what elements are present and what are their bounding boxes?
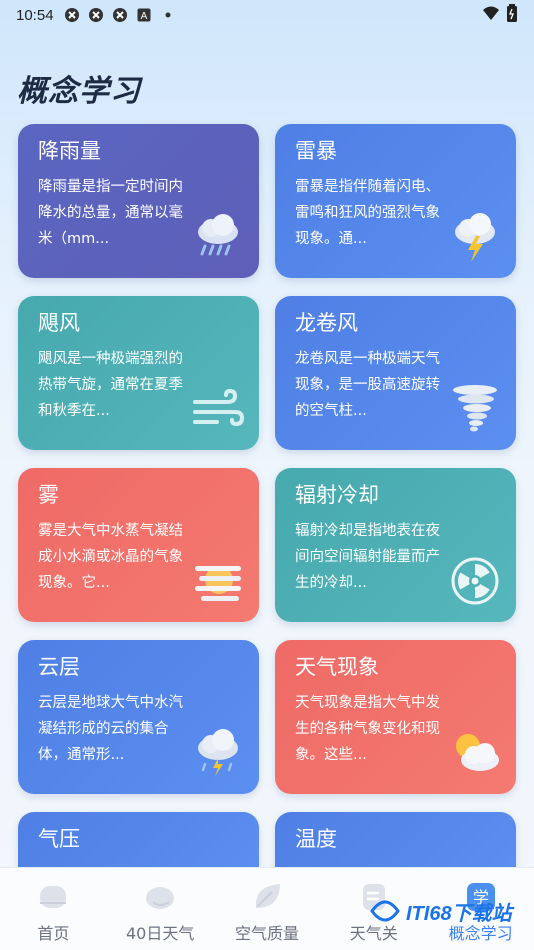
rain-cloud-icon <box>191 210 245 264</box>
cloud-icon <box>143 880 177 914</box>
card-title: 天气现象 <box>295 655 379 679</box>
card-title: 飓风 <box>38 311 80 335</box>
nav-item-40day[interactable]: 40日天气 <box>110 880 210 944</box>
watermark: ITI68下载站 <box>368 886 528 936</box>
home-icon <box>36 880 70 914</box>
app-icon <box>64 7 80 23</box>
card-desc: 飓风是一种极端强烈的热带气旋，通常在夏季和秋季在... <box>38 351 183 419</box>
concept-card-radiation-cooling[interactable]: 辐射冷却 辐射冷却是指地表在夜间向空间辐射能量而产生的冷却... <box>275 468 516 622</box>
nav-item-air-quality[interactable]: 空气质量 <box>217 880 317 944</box>
nav-label: 40日天气 <box>126 924 195 943</box>
leaf-icon <box>250 880 284 914</box>
card-desc: 云层是地球大气中水汽凝结形成的云的集合体，通常形... <box>38 695 183 763</box>
partly-cloudy-icon <box>448 726 502 780</box>
card-title: 雾 <box>38 483 59 507</box>
concept-card-cloud-layer[interactable]: 云层 云层是地球大气中水汽凝结形成的云的集合体，通常形... <box>18 640 259 794</box>
concept-card-rainfall[interactable]: 降雨量 降雨量是指一定时间内降水的总量，通常以毫米（mm... <box>18 124 259 278</box>
tornado-icon <box>448 382 502 436</box>
watermark-logo-icon <box>370 900 400 922</box>
app-icon <box>88 7 104 23</box>
card-title: 云层 <box>38 655 80 679</box>
card-title: 温度 <box>295 827 337 851</box>
radiation-icon <box>448 554 502 608</box>
nav-label: 空气质量 <box>234 924 299 943</box>
concept-card-thunderstorm[interactable]: 雷暴 雷暴是指伴随着闪电、雷鸣和狂风的强烈气象现象。通... <box>275 124 516 278</box>
card-desc: 辐射冷却是指地表在夜间向空间辐射能量而产生的冷却... <box>295 523 440 591</box>
concept-card-tornado[interactable]: 龙卷风 龙卷风是一种极端天气现象，是一股高速旋转的空气柱... <box>275 296 516 450</box>
card-title: 雷暴 <box>295 139 337 163</box>
card-desc: 雾是大气中水蒸气凝结成小水滴或冰晶的气象现象。它... <box>38 523 183 591</box>
nav-item-home[interactable]: 首页 <box>3 880 103 944</box>
dot-icon <box>160 7 176 23</box>
card-desc: 降雨量是指一定时间内降水的总量，通常以毫米（mm... <box>38 179 183 247</box>
concept-card-weather-phenomena[interactable]: 天气现象 天气现象是指大气中发生的各种气象变化和现象。这些... <box>275 640 516 794</box>
thunder-cloud-icon <box>448 210 502 264</box>
card-title: 气压 <box>38 827 80 851</box>
app-icon <box>112 7 128 23</box>
card-desc: 雷暴是指伴随着闪电、雷鸣和狂风的强烈气象现象。通... <box>295 179 440 247</box>
card-title: 龙卷风 <box>295 311 358 335</box>
wifi-icon <box>482 5 500 25</box>
fog-icon <box>191 554 245 608</box>
watermark-text: ITI68下载站 <box>406 902 512 925</box>
concept-card-hurricane[interactable]: 飓风 飓风是一种极端强烈的热带气旋，通常在夏季和秋季在... <box>18 296 259 450</box>
status-right <box>482 4 518 26</box>
status-bar: 10:54 A <box>0 0 534 30</box>
nav-label: 首页 <box>37 924 70 943</box>
concept-card-fog[interactable]: 雾 雾是大气中水蒸气凝结成小水滴或冰晶的气象现象。它... <box>18 468 259 622</box>
page-title: 概念学习 <box>17 74 141 109</box>
concept-grid: 降雨量 降雨量是指一定时间内降水的总量，通常以毫米（mm... 雷暴 雷暴是指伴… <box>18 124 516 882</box>
a-icon: A <box>136 7 152 23</box>
battery-icon <box>506 4 518 26</box>
card-title: 辐射冷却 <box>295 483 379 507</box>
svg-text:A: A <box>140 11 147 22</box>
card-title: 降雨量 <box>38 139 101 163</box>
storm-cloud-icon <box>191 726 245 780</box>
status-time: 10:54 <box>16 6 54 24</box>
card-desc: 天气现象是指大气中发生的各种气象变化和现象。这些... <box>295 695 440 763</box>
card-desc: 龙卷风是一种极端天气现象，是一股高速旋转的空气柱... <box>295 351 440 419</box>
wind-icon <box>191 382 245 436</box>
